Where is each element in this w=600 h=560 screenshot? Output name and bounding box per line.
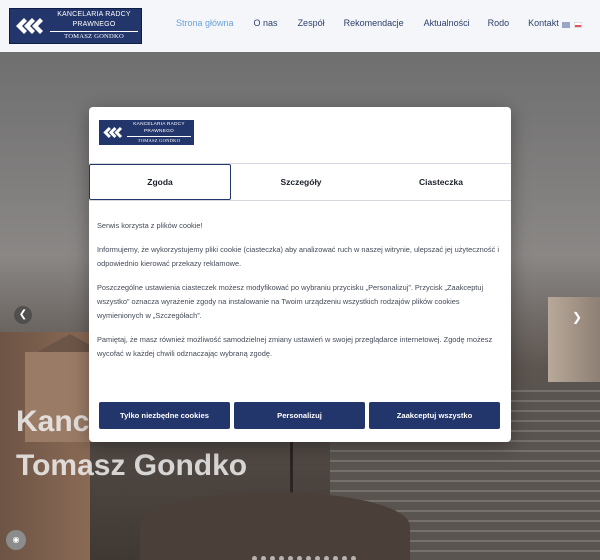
slider-dot[interactable] [333,556,338,560]
nav-item-team[interactable]: Zespół [298,18,325,32]
cookie-icon[interactable]: ◉ [6,530,26,550]
hero-fountain [140,492,410,560]
slider-dot[interactable] [288,556,293,560]
accept-all-button[interactable]: Zaakceptuj wszystko [369,402,500,429]
tab-consent[interactable]: Zgoda [89,164,231,200]
slider-dot[interactable] [297,556,302,560]
nav-item-recommendations[interactable]: Rekomendacje [344,18,404,32]
slider-dot[interactable] [252,556,257,560]
site-header: KANCELARIA RADCY PRAWNEGO TOMASZ GONDKO … [0,0,600,52]
dialog-paragraph: Serwis korzysta z plików cookie! [97,221,203,230]
slider-dot[interactable] [261,556,266,560]
nav-item-about[interactable]: O nas [254,18,278,32]
cookie-consent-dialog: KANCELARIA RADCY PRAWNEGO TOMASZ GONDKO … [89,107,511,442]
dialog-logo-line1: KANCELARIA RADCY PRAWNEGO [133,122,185,134]
slider-dot[interactable] [351,556,356,560]
slider-prev-icon[interactable]: ❮ [14,306,32,324]
necessary-cookies-button[interactable]: Tylko niezbędne cookies [99,402,230,429]
personalize-button[interactable]: Personalizuj [234,402,365,429]
language-switcher [562,22,582,28]
logo-line1: KANCELARIA RADCY PRAWNEGO [57,11,131,28]
dialog-paragraph: Poszczególne ustawienia ciasteczek możes… [97,283,484,320]
dialog-logo-text: KANCELARIA RADCY PRAWNEGO TOMASZ GONDKO [127,121,191,144]
nav-item-home[interactable]: Strona główna [176,18,234,32]
slider-dot[interactable] [270,556,275,560]
slider-dot[interactable] [306,556,311,560]
logo-line2: TOMASZ GONDKO [50,31,138,42]
slider-dots [252,556,356,560]
hero-title-line2: Tomasz Gondko [16,449,248,482]
dialog-body: Serwis korzysta z plików cookie! Informu… [97,219,502,371]
logo-mark-icon [99,120,127,145]
nav-item-rodo[interactable]: Rodo [488,18,510,32]
nav-item-contact[interactable]: Kontakt [528,18,559,32]
slider-next-icon[interactable]: ❯ [568,308,586,326]
slider-dot[interactable] [324,556,329,560]
dialog-paragraph: Informujemy, że wykorzystujemy pliki coo… [97,245,499,268]
slider-dot[interactable] [315,556,320,560]
tab-details[interactable]: Szczegóły [231,164,371,200]
nav-item-news[interactable]: Aktualności [424,18,470,32]
logo-text: KANCELARIA RADCY PRAWNEGO TOMASZ GONDKO [50,10,138,42]
tab-cookies[interactable]: Ciasteczka [371,164,511,200]
flag-en-icon[interactable] [562,22,570,28]
dialog-tabs: Zgoda Szczegóły Ciasteczka [89,163,511,201]
main-nav: Strona główna O nas Zespół Rekomendacje … [170,18,559,32]
dialog-actions: Tylko niezbędne cookies Personalizuj Zaa… [99,402,500,429]
site-logo[interactable]: KANCELARIA RADCY PRAWNEGO TOMASZ GONDKO [9,8,142,44]
dialog-logo: KANCELARIA RADCY PRAWNEGO TOMASZ GONDKO [99,120,194,145]
slider-dot[interactable] [279,556,284,560]
logo-mark-icon [10,8,50,44]
dialog-paragraph: Pamiętaj, że masz również możliwość samo… [97,335,493,358]
flag-pl-icon[interactable] [574,22,582,28]
dialog-logo-line2: TOMASZ GONDKO [127,136,191,144]
slider-dot[interactable] [342,556,347,560]
